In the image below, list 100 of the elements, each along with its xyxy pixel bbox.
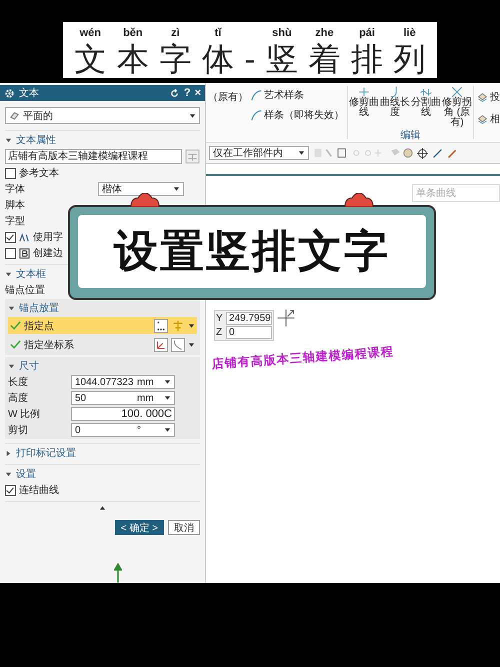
- section-header[interactable]: 文本属性: [5, 133, 58, 147]
- pinyin-label: zhe: [315, 27, 334, 40]
- pen-icon[interactable]: [447, 148, 458, 158]
- close-button[interactable]: ×: [194, 87, 201, 99]
- ribbon-tool[interactable]: 修剪拐角 (原有): [442, 86, 472, 128]
- trim-curve-icon: [358, 86, 370, 98]
- sticker-title: 设置竖排文字: [114, 226, 390, 278]
- section-title: 打印标记设置: [16, 446, 76, 460]
- value-field[interactable]: 50 mm: [71, 391, 175, 405]
- spline-icon: [251, 110, 262, 120]
- caret-icon[interactable]: [188, 342, 195, 348]
- section-header[interactable]: 文本框: [5, 267, 48, 281]
- section-title: 设置: [16, 468, 36, 481]
- ribbon-tool[interactable]: 曲线长度: [380, 86, 410, 128]
- ribbon-tool[interactable]: 分割曲线: [411, 86, 441, 128]
- checkbox[interactable]: [5, 168, 16, 178]
- font-dropdown[interactable]: 楷体: [98, 182, 184, 196]
- ribbon-tool[interactable]: 相: [477, 112, 500, 126]
- step-label: 指定点: [24, 320, 55, 332]
- reset-icon[interactable]: [168, 88, 180, 98]
- pinyin-label: liè: [403, 27, 416, 40]
- checkbox-label: 创建边: [33, 246, 63, 260]
- point-dialog-icon[interactable]: [154, 318, 168, 332]
- field-label: 字体: [5, 182, 26, 196]
- field-label: 字型: [5, 214, 26, 228]
- title-character: 列: [394, 40, 426, 78]
- crosshair-icon[interactable]: [417, 148, 428, 158]
- coordinate-field[interactable]: 0: [226, 326, 272, 339]
- divide-curve-icon: [420, 86, 432, 98]
- text-input-field[interactable]: 店铺有高版本三轴建模编程课程: [5, 149, 182, 164]
- field-label: 脚本: [5, 198, 26, 212]
- pinyin-label: zì: [171, 27, 180, 40]
- value-field[interactable]: 0 °: [71, 423, 175, 437]
- subsection-header[interactable]: 尺寸: [8, 359, 41, 373]
- section-title: 文本属性: [16, 134, 56, 147]
- snap-toolbar-icons-drawing[interactable]: [313, 147, 413, 159]
- ribbon-tool[interactable]: 艺术样条: [251, 88, 344, 102]
- title-character: 文: [74, 40, 106, 78]
- help-button[interactable]: ?: [184, 87, 191, 99]
- caret-icon[interactable]: [188, 322, 195, 328]
- title-character: 着: [308, 40, 340, 78]
- cancel-button[interactable]: 取消: [168, 520, 200, 535]
- corner-icon: [451, 86, 463, 98]
- tool-label[interactable]: （原有）: [208, 86, 248, 139]
- field-label: W 比例: [8, 408, 42, 421]
- field-label: 剪切: [8, 424, 29, 437]
- title-character: 排: [351, 40, 384, 78]
- checkbox[interactable]: [5, 248, 16, 258]
- projection-icon: [477, 92, 488, 102]
- ribbon-tool[interactable]: 修剪曲线: [349, 86, 379, 128]
- value-field[interactable]: 1044.077323 mm: [71, 375, 175, 389]
- ok-button[interactable]: < 确定 >: [114, 520, 164, 535]
- checkbox-label: 使用字: [33, 230, 63, 244]
- value-field[interactable]: 100. 000C: [71, 407, 175, 421]
- group-label: 编辑: [400, 128, 420, 142]
- axis-label: Y: [216, 313, 224, 324]
- caret-icon: [298, 150, 305, 156]
- ribbon-tool[interactable]: 投: [477, 90, 500, 104]
- field-value: 1044.077323: [75, 376, 134, 388]
- check-icon: [10, 320, 21, 331]
- subsection-header[interactable]: 锚点放置: [8, 301, 61, 315]
- clip-icon: [344, 193, 374, 207]
- field-label: 锚点位置: [5, 284, 46, 297]
- title-character: 竖: [266, 40, 298, 78]
- pinyin-label: wén: [80, 27, 101, 40]
- unit-label: mm: [137, 392, 155, 404]
- step-label: 指定坐标系: [24, 338, 75, 352]
- move-cursor-icon: [276, 308, 296, 328]
- field-label: 长度: [8, 376, 29, 389]
- checkbox-label: 连结曲线: [19, 484, 59, 497]
- line-icon[interactable]: [432, 148, 443, 158]
- settings-icon[interactable]: [4, 88, 15, 98]
- axes-icon[interactable]: [171, 338, 185, 352]
- arrow-icon: [114, 563, 122, 583]
- selection-step[interactable]: 指定坐标系: [8, 336, 197, 353]
- section-title: 锚点放置: [19, 302, 59, 315]
- csys-dialog-icon[interactable]: [154, 338, 168, 352]
- coordinate-field[interactable]: 249.7959: [226, 312, 272, 325]
- title-character: 字: [159, 40, 192, 78]
- caret-icon: [164, 427, 171, 433]
- collapse-icon[interactable]: [99, 505, 106, 511]
- ribbon-tool[interactable]: 样条（即将失效）: [251, 108, 344, 122]
- section-header[interactable]: 设置: [5, 467, 38, 481]
- caret-icon: [164, 379, 171, 385]
- clip-icon: [130, 193, 160, 207]
- field-value: 0: [75, 424, 82, 436]
- title-character: 本: [116, 40, 149, 78]
- border-icon: [19, 248, 30, 258]
- selection-step[interactable]: 指定点: [8, 317, 197, 334]
- checkbox[interactable]: [5, 484, 16, 496]
- section-title: 文本框: [16, 268, 46, 281]
- spacing-icon: [19, 232, 30, 242]
- unit-label: mm: [137, 376, 155, 388]
- plane-icon: [9, 110, 20, 121]
- caret-icon: [173, 186, 180, 192]
- section-title: 尺寸: [19, 360, 39, 373]
- filter-dropdown[interactable]: 仅在工作部件内: [209, 146, 309, 160]
- type-dropdown[interactable]: 平面的: [5, 107, 200, 124]
- section-header[interactable]: 打印标记设置: [5, 446, 78, 460]
- checkbox[interactable]: [5, 232, 16, 242]
